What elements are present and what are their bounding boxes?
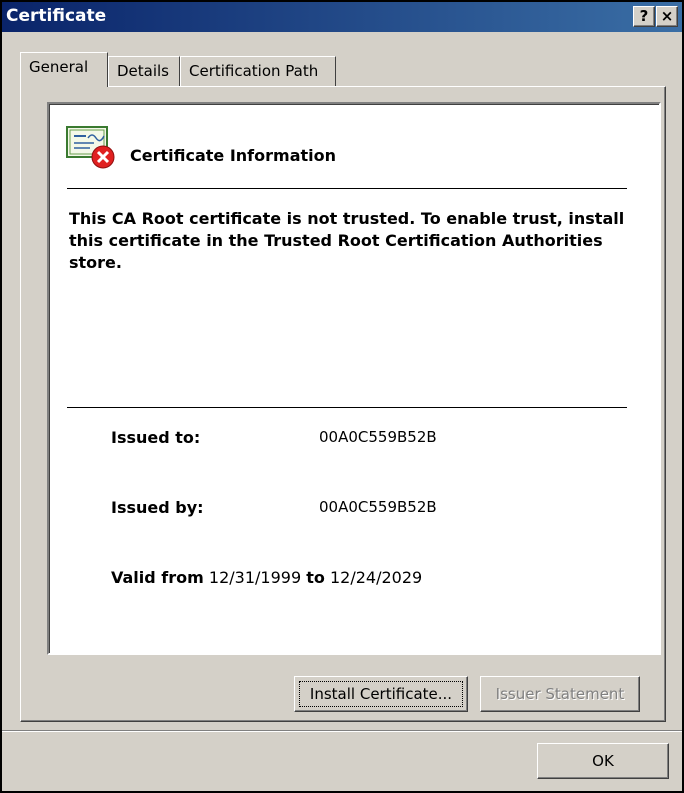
issued-by-label: Issued by: (111, 498, 204, 517)
issuer-statement-button[interactable]: Issuer Statement (480, 676, 640, 712)
window-title: Certificate (6, 6, 107, 26)
valid-to-value: 12/24/2029 (329, 568, 423, 587)
tab-details[interactable]: Details (108, 56, 180, 86)
tab-certification-path[interactable]: Certification Path (180, 56, 336, 86)
help-button[interactable]: ? (633, 6, 655, 27)
certificate-info-title: Certificate Information (130, 146, 336, 165)
certificate-info-box: Certificate Information This CA Root cer… (47, 102, 661, 655)
footer-separator (2, 730, 682, 732)
validity-row: Valid from 12/31/1999 to 12/24/2029 (111, 568, 422, 587)
valid-to-label: to (306, 568, 325, 587)
divider (67, 188, 627, 189)
ok-button[interactable]: OK (537, 743, 669, 779)
certificate-error-icon (66, 126, 115, 169)
install-certificate-button[interactable]: Install Certificate... (294, 676, 468, 712)
help-icon: ? (639, 7, 649, 25)
certificate-dialog: Certificate ? × General Details Certific… (0, 0, 684, 793)
close-button[interactable]: × (656, 6, 678, 27)
close-icon: × (660, 7, 674, 25)
issued-by-value: 00A0C559B52B (319, 498, 437, 516)
issued-to-value: 00A0C559B52B (319, 428, 437, 446)
divider (67, 407, 627, 408)
valid-from-value: 12/31/1999 (208, 568, 302, 587)
valid-from-label: Valid from (111, 568, 204, 587)
title-bar[interactable]: Certificate ? × (2, 2, 682, 32)
issued-to-label: Issued to: (111, 428, 201, 447)
trust-warning-message: This CA Root certificate is not trusted.… (69, 209, 625, 272)
tab-general[interactable]: General (20, 52, 108, 87)
